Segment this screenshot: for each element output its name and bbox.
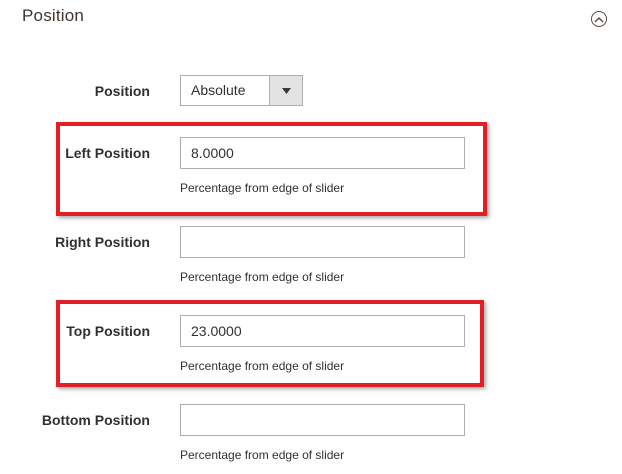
top-position-label: Top Position xyxy=(66,323,150,339)
chevron-up-icon xyxy=(594,16,604,22)
bottom-position-input[interactable] xyxy=(180,404,465,436)
left-position-label: Left Position xyxy=(65,145,150,161)
right-position-note: Percentage from edge of slider xyxy=(180,270,345,284)
left-position-input[interactable] xyxy=(180,137,465,169)
top-position-note: Percentage from edge of slider xyxy=(180,359,345,373)
position-label: Position xyxy=(94,83,150,99)
bottom-position-note: Percentage from edge of slider xyxy=(180,448,345,462)
top-position-input[interactable] xyxy=(180,315,465,347)
right-position-label: Right Position xyxy=(55,234,150,250)
select-toggle-button[interactable] xyxy=(269,76,302,105)
left-position-note: Percentage from edge of slider xyxy=(180,181,345,195)
bottom-position-label: Bottom Position xyxy=(41,412,150,428)
position-select-value: Absolute xyxy=(191,82,246,98)
position-select[interactable]: Absolute xyxy=(180,75,303,106)
triangle-down-icon xyxy=(281,87,291,94)
collapse-section-button[interactable] xyxy=(591,11,607,27)
right-position-input[interactable] xyxy=(180,226,465,258)
section-title: Position xyxy=(22,6,85,25)
